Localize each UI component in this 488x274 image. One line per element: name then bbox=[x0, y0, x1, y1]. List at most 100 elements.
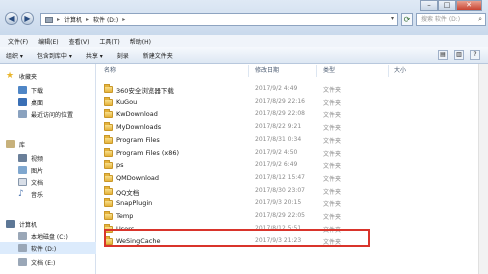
minimize-button[interactable]: – bbox=[420, 0, 438, 11]
sidebar-item-downloads[interactable]: 下载 bbox=[0, 84, 96, 96]
folder-icon bbox=[104, 211, 113, 220]
menu-edit[interactable]: 编辑(E) bbox=[38, 37, 58, 46]
file-name: Program Files bbox=[116, 135, 160, 144]
file-name: QMDownload bbox=[116, 173, 160, 182]
file-type: 文件夹 bbox=[323, 99, 342, 107]
sidebar-item-pictures[interactable]: 图片 bbox=[0, 164, 96, 176]
column-header-name[interactable]: 名称 bbox=[104, 65, 116, 77]
folder-icon bbox=[104, 160, 113, 170]
file-date: 2017/8/12 15:47 bbox=[255, 173, 305, 181]
sidebar-item-documents[interactable]: 文档 bbox=[0, 176, 96, 188]
back-button[interactable]: ◀ bbox=[5, 12, 18, 25]
sidebar-computer[interactable]: 计算机 bbox=[0, 218, 96, 230]
sidebar-item-drive-d[interactable]: 软件 (D:) bbox=[0, 242, 96, 254]
column-divider[interactable] bbox=[248, 65, 249, 77]
folder-icon bbox=[104, 198, 113, 208]
drive-icon bbox=[18, 232, 27, 240]
sidebar-item-desktop[interactable]: 桌面 bbox=[0, 96, 96, 108]
sidebar-favorites[interactable]: ★ 收藏夹 bbox=[0, 70, 96, 82]
sidebar-label: 本地磁盘 (C:) bbox=[31, 233, 68, 241]
sidebar-label: 文档 (E:) bbox=[31, 259, 56, 267]
sidebar-item-recent[interactable]: 最近访问的位置 bbox=[0, 108, 96, 120]
file-row[interactable]: 360安全浏览器下载 2017/9/2 4:49 文件夹 bbox=[104, 84, 404, 96]
view-options-icon[interactable]: ▤ bbox=[438, 50, 448, 60]
view-controls: ▤ ▥ ? bbox=[438, 50, 480, 60]
include-in-library-button[interactable]: 包含到库中 ▾ bbox=[37, 51, 72, 60]
file-type: 文件夹 bbox=[323, 175, 342, 183]
file-row[interactable]: MyDownloads 2017/8/22 9:21 文件夹 bbox=[104, 122, 404, 134]
file-date: 2017/8/22 9:21 bbox=[255, 123, 302, 131]
help-icon[interactable]: ? bbox=[470, 50, 480, 60]
title-bar: ◀ ▶ ▸ 计算机 ▸ 软件 (D:) ▸ ▾ ⟳ 搜索 软件 (D:) ⌕ –… bbox=[0, 0, 488, 35]
file-type: 文件夹 bbox=[323, 137, 342, 145]
sidebar-libraries[interactable]: 库 bbox=[0, 138, 96, 150]
chevron-down-icon[interactable]: ▾ bbox=[391, 15, 394, 22]
new-folder-button[interactable]: 新建文件夹 bbox=[143, 51, 173, 60]
desktop-icon bbox=[18, 98, 27, 106]
search-icon: ⌕ bbox=[478, 15, 482, 23]
sidebar-label: 收藏夹 bbox=[19, 73, 38, 81]
breadcrumb-computer[interactable]: 计算机 bbox=[64, 15, 82, 24]
folder-icon bbox=[104, 185, 113, 195]
file-row[interactable]: ps 2017/9/2 6:49 文件夹 bbox=[104, 160, 404, 172]
breadcrumb-separator: ▸ bbox=[86, 16, 90, 23]
preview-pane-icon[interactable]: ▥ bbox=[454, 50, 464, 60]
column-divider[interactable] bbox=[388, 65, 389, 77]
sidebar-label: 下载 bbox=[31, 87, 44, 95]
column-divider[interactable] bbox=[316, 65, 317, 77]
close-button[interactable]: ✕ bbox=[456, 0, 482, 11]
column-header-type[interactable]: 类型 bbox=[323, 65, 335, 77]
file-row[interactable]: Temp 2017/8/29 22:05 文件夹 bbox=[104, 211, 404, 223]
menu-bar: 文件(F) 编辑(E) 查看(V) 工具(T) 帮助(H) bbox=[0, 35, 488, 47]
refresh-button[interactable]: ⟳ bbox=[401, 13, 413, 26]
breadcrumb-separator: ▸ bbox=[57, 16, 61, 23]
file-type: 文件夹 bbox=[323, 87, 342, 94]
menu-tools[interactable]: 工具(T) bbox=[99, 37, 119, 46]
menu-help[interactable]: 帮助(H) bbox=[130, 37, 151, 46]
file-name: Program Files (x86) bbox=[116, 148, 180, 157]
sidebar-label: 视频 bbox=[31, 155, 44, 163]
file-row[interactable]: KuGou 2017/8/29 22:16 文件夹 bbox=[104, 96, 404, 109]
folder-icon bbox=[104, 96, 113, 106]
file-type: 文件夹 bbox=[323, 150, 342, 158]
file-date: 2017/9/2 4:49 bbox=[255, 85, 298, 92]
maximize-button[interactable]: □ bbox=[438, 0, 456, 11]
file-name: QQ文档 bbox=[116, 188, 140, 197]
sidebar-item-drive-c[interactable]: 本地磁盘 (C:) bbox=[0, 230, 96, 242]
search-input[interactable]: 搜索 软件 (D:) ⌕ bbox=[416, 13, 486, 26]
file-row[interactable]: Program Files (x86) 2017/9/2 4:50 文件夹 bbox=[104, 147, 404, 160]
forward-button[interactable]: ▶ bbox=[21, 12, 34, 25]
file-name: ps bbox=[116, 161, 124, 170]
drive-icon bbox=[45, 16, 53, 23]
column-header-date[interactable]: 修改日期 bbox=[255, 65, 279, 77]
pictures-icon bbox=[18, 166, 27, 174]
search-placeholder: 搜索 软件 (D:) bbox=[421, 16, 461, 23]
sidebar-label: 计算机 bbox=[19, 221, 38, 229]
menu-file[interactable]: 文件(F) bbox=[8, 37, 28, 46]
file-type: 文件夹 bbox=[323, 163, 342, 171]
share-button[interactable]: 共享 ▾ bbox=[86, 51, 103, 60]
menu-view[interactable]: 查看(V) bbox=[69, 37, 90, 46]
file-row[interactable]: QMDownload 2017/8/12 15:47 文件夹 bbox=[104, 172, 404, 185]
navigation-pane: ★ 收藏夹 下载 桌面 最近访问的位置 库 视频 图片 文档 ♪ 音乐 计算机 … bbox=[0, 64, 96, 274]
sidebar-item-videos[interactable]: 视频 bbox=[0, 152, 96, 164]
burn-button[interactable]: 刻录 bbox=[117, 51, 129, 60]
file-row[interactable]: Program Files 2017/8/31 0:34 文件夹 bbox=[104, 134, 404, 147]
file-name: KuGou bbox=[116, 97, 138, 106]
file-name: KwDownload bbox=[116, 110, 158, 119]
sidebar-item-drive-e[interactable]: 文档 (E:) bbox=[0, 256, 96, 268]
file-row[interactable]: KwDownload 2017/8/29 22:08 文件夹 bbox=[104, 109, 404, 121]
star-icon: ★ bbox=[6, 71, 15, 81]
file-type: 文件夹 bbox=[323, 201, 342, 209]
address-bar[interactable]: ▸ 计算机 ▸ 软件 (D:) ▸ ▾ bbox=[40, 13, 398, 26]
sidebar-item-music[interactable]: ♪ 音乐 bbox=[0, 188, 96, 200]
file-date: 2017/8/29 22:08 bbox=[255, 110, 305, 118]
file-name: SnapPlugin bbox=[116, 199, 153, 208]
file-row[interactable]: QQ文档 2017/8/30 23:07 文件夹 bbox=[104, 185, 404, 198]
command-bar: 组织 ▾ 包含到库中 ▾ 共享 ▾ 刻录 新建文件夹 ▤ ▥ ? bbox=[0, 47, 488, 64]
file-row[interactable]: SnapPlugin 2017/9/3 20:15 文件夹 bbox=[104, 198, 404, 210]
breadcrumb-drive[interactable]: 软件 (D:) bbox=[93, 15, 118, 24]
organize-button[interactable]: 组织 ▾ bbox=[6, 51, 23, 60]
column-header-size[interactable]: 大小 bbox=[394, 65, 406, 77]
scrollbar[interactable] bbox=[478, 64, 488, 274]
